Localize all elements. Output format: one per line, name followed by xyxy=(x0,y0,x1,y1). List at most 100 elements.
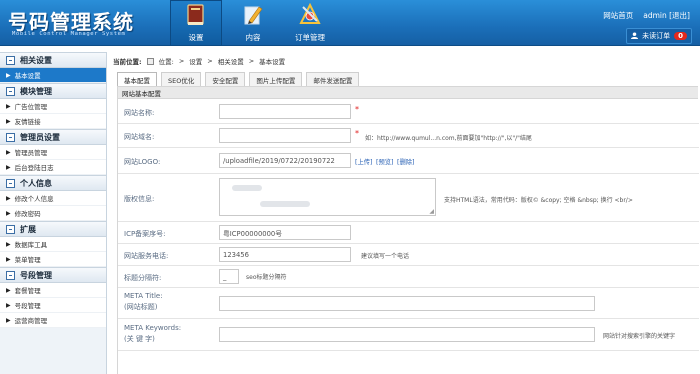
sidebar-group-extensions[interactable]: 扩展 xyxy=(0,221,106,237)
form-row-copyright: 版权信息: ◢ 支持HTML语法，常用代码：版权© &copy; 空格 &nbs… xyxy=(118,174,699,222)
tools-icon xyxy=(299,2,321,27)
phone-label: 网站服务电话: xyxy=(124,252,169,260)
triangle-right-icon: ▶ xyxy=(6,194,11,202)
tab-image-upload[interactable]: 图片上传配置 xyxy=(249,72,303,86)
redacted-text xyxy=(232,185,262,191)
sidebar-group-profile[interactable]: 个人信息 xyxy=(0,175,106,191)
nav-item-settings[interactable]: 设置 xyxy=(170,0,222,46)
meta-keywords-input[interactable] xyxy=(219,327,595,342)
form-row-site-domain: 网站域名: * 如：http://www.qumul...n.com,前面要加"… xyxy=(118,124,699,148)
logo-upload-link[interactable]: [上传] xyxy=(355,157,373,166)
redacted-text xyxy=(260,201,310,207)
sidebar-item-login-log[interactable]: ▶ 后台登陆日志 xyxy=(0,160,106,175)
collapse-icon xyxy=(6,86,15,96)
meta-title-sublabel: (网站标题) xyxy=(124,303,158,311)
triangle-right-icon: ▶ xyxy=(6,316,11,324)
site-name-label: 网站名称: xyxy=(124,109,155,117)
settings-panel: 网站基本配置 网站名称: * 网站域名: * 如：http://www.qumu… xyxy=(117,86,699,374)
user-icon xyxy=(631,31,639,41)
resize-handle-icon: ◢ xyxy=(429,208,434,215)
collapse-icon xyxy=(6,270,15,280)
nav-label-orders: 订单管理 xyxy=(295,33,325,42)
breadcrumb-part[interactable]: 相关设置 xyxy=(218,56,244,66)
copyright-label: 版权信息: xyxy=(124,195,155,203)
triangle-right-icon: ▶ xyxy=(6,102,11,110)
sidebar-item-packages[interactable]: ▶ 套餐管理 xyxy=(0,283,106,298)
triangle-right-icon: ▶ xyxy=(6,240,11,248)
site-domain-hint: 如：http://www.qumul...n.com,前面要加"http://"… xyxy=(365,135,532,142)
tab-security[interactable]: 安全配置 xyxy=(205,72,246,86)
logo-path-input[interactable]: /uploadfile/2019/0722/20190722 xyxy=(219,153,351,168)
unread-orders-button[interactable]: 未读订单 0 xyxy=(626,28,692,44)
admin-logout-link[interactable]: admin [退出] xyxy=(643,10,690,21)
sidebar-group-modules[interactable]: 模块管理 xyxy=(0,83,106,99)
site-home-link[interactable]: 网站首页 xyxy=(603,10,633,21)
triangle-right-icon: ▶ xyxy=(6,209,11,217)
triangle-right-icon: ▶ xyxy=(6,301,11,309)
breadcrumb: 当前位置: 位置: > 设置 > 相关设置 > 基本设置 xyxy=(113,56,286,66)
nav-label-settings: 设置 xyxy=(188,33,204,42)
breadcrumb-part[interactable]: 基本设置 xyxy=(259,56,285,66)
separator-input[interactable]: _ xyxy=(219,269,239,284)
logo-delete-link[interactable]: [删除] xyxy=(397,157,415,166)
required-mark: * xyxy=(355,105,359,114)
sidebar-item-edit-profile[interactable]: ▶ 修改个人信息 xyxy=(0,191,106,206)
book-icon xyxy=(185,3,207,27)
panel-title: 网站基本配置 xyxy=(118,87,698,99)
sidebar-item-ad-slots[interactable]: ▶ 广告位管理 xyxy=(0,99,106,114)
required-mark: * xyxy=(355,129,359,138)
sidebar-group-number-segments[interactable]: 号段管理 xyxy=(0,267,106,283)
breadcrumb-part[interactable]: 设置 xyxy=(189,56,202,66)
triangle-right-icon: ▶ xyxy=(6,286,11,294)
form-row-meta-title: META Title: (网站标题) xyxy=(118,288,699,319)
form-row-meta-keywords: META Keywords: (关 键 字) 网站针对搜索引擎的关键字 xyxy=(118,319,699,351)
sidebar-item-segments[interactable]: ▶ 号段管理 xyxy=(0,298,106,313)
pencil-icon xyxy=(242,3,264,27)
tab-basic[interactable]: 基本配置 xyxy=(117,72,157,86)
icp-label: ICP备案序号: xyxy=(124,230,166,238)
logo-preview-link[interactable]: [预览] xyxy=(376,157,394,166)
collapse-icon xyxy=(6,178,15,188)
nav-item-content[interactable]: 内容 xyxy=(227,0,279,46)
top-header: 号码管理系统 Mobile Control Manager System 设置 … xyxy=(0,0,700,46)
meta-keywords-hint: 网站针对搜索引擎的关键字 xyxy=(603,333,676,340)
site-name-input[interactable] xyxy=(219,104,351,119)
meta-title-input[interactable] xyxy=(219,296,595,311)
collapse-icon xyxy=(6,55,15,65)
form-row-logo: 网站LOGO: /uploadfile/2019/0722/20190722 [… xyxy=(118,148,699,174)
tab-seo[interactable]: SEO优化 xyxy=(161,72,202,86)
meta-keywords-sublabel: (关 键 字) xyxy=(124,335,155,343)
separator-label: 标题分隔符: xyxy=(124,274,162,282)
main-content: 当前位置: 位置: > 设置 > 相关设置 > 基本设置 基本配置 SEO优化 … xyxy=(109,52,700,374)
sidebar-item-menu-manage[interactable]: ▶ 菜单管理 xyxy=(0,252,106,267)
meta-title-label: META Title: xyxy=(124,292,163,300)
main-nav: 设置 内容 订单管理 xyxy=(170,0,341,46)
form-row-icp: ICP备案序号: 粤ICP00000000号 xyxy=(118,222,699,244)
icp-input[interactable]: 粤ICP00000000号 xyxy=(219,225,351,240)
nav-item-orders[interactable]: 订单管理 xyxy=(284,0,336,46)
phone-input[interactable]: 123456 xyxy=(219,247,351,262)
copyright-textarea[interactable]: ◢ xyxy=(219,178,436,216)
sidebar-group-settings[interactable]: 相关设置 xyxy=(0,52,106,68)
copyright-hint: 支持HTML语法，常用代码：版权© &copy; 空格 &nbsp; 换行 <b… xyxy=(444,197,633,204)
sidebar-item-carriers[interactable]: ▶ 运营商管理 xyxy=(0,313,106,328)
unread-orders-label: 未读订单 xyxy=(642,32,671,40)
collapse-icon xyxy=(6,132,15,142)
site-domain-input[interactable] xyxy=(219,128,351,143)
app-subtitle: Mobile Control Manager System xyxy=(12,31,126,37)
sidebar-item-friend-links[interactable]: ▶ 友情链接 xyxy=(0,114,106,129)
triangle-right-icon: ▶ xyxy=(6,71,11,79)
sidebar-item-db-tools[interactable]: ▶ 数据库工具 xyxy=(0,237,106,252)
sidebar-group-admin[interactable]: 管理员设置 xyxy=(0,129,106,145)
breadcrumb-prefix: 当前位置: xyxy=(113,58,142,66)
sidebar-item-change-password[interactable]: ▶ 修改密码 xyxy=(0,206,106,221)
tab-mail[interactable]: 邮件发送配置 xyxy=(306,72,360,86)
collapse-icon xyxy=(6,224,15,234)
unread-orders-count: 0 xyxy=(674,32,687,40)
sidebar-item-basic-settings[interactable]: ▶ 基本设置 xyxy=(0,68,106,83)
top-links: 网站首页 admin [退出] xyxy=(603,10,690,21)
form-row-site-name: 网站名称: * xyxy=(118,100,699,124)
nav-label-content: 内容 xyxy=(245,33,261,42)
sidebar-item-admin-manage[interactable]: ▶ 管理员管理 xyxy=(0,145,106,160)
breadcrumb-part: 位置: xyxy=(158,58,174,66)
